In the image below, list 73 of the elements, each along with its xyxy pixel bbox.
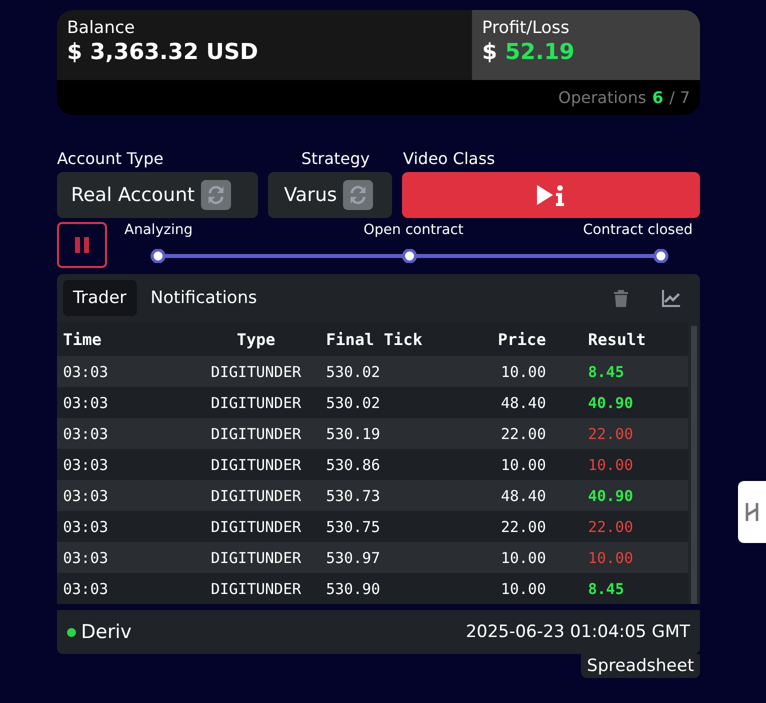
- table-cell-text: 48.40: [500, 394, 547, 412]
- table-cell-text: 22.00: [500, 424, 547, 442]
- result-cell-text: 22.00: [588, 518, 634, 536]
- table-cell-text: 03:03: [63, 580, 110, 598]
- table-cell-text: 530.73: [326, 486, 382, 504]
- table-cell-text: 03:03: [63, 424, 110, 442]
- table-cell-text: 03:03: [63, 362, 110, 380]
- column-header: Time: [63, 330, 103, 348]
- table-cell-text: DIGITUNDER: [210, 518, 302, 536]
- balance-value: $ 3,363.32 USD: [67, 40, 260, 65]
- table-cell-text: DIGITUNDER: [210, 424, 302, 442]
- result-cell-text: 10.00: [588, 548, 634, 566]
- progress-step-label: Analyzing: [124, 222, 193, 238]
- table-cell-text: 03:03: [63, 548, 110, 566]
- pause-button[interactable]: [57, 222, 107, 268]
- column-header: Type: [236, 330, 276, 348]
- table-cell-text: 530.75: [326, 518, 382, 536]
- table-cell-text: DIGITUNDER: [210, 456, 302, 474]
- table-cell-text: 530.02: [326, 362, 382, 380]
- profit-label: Profit/Loss: [482, 18, 570, 38]
- table-cell-text: DIGITUNDER: [210, 362, 302, 380]
- spreadsheet-tab[interactable]: Spreadsheet: [580, 654, 700, 678]
- pause-icon: [73, 236, 91, 254]
- table-cell-text: 530.19: [326, 424, 382, 442]
- account-type-label: Account Type: [57, 149, 164, 168]
- table-cell-text: DIGITUNDER: [210, 486, 302, 504]
- tab[interactable]: Trader: [63, 280, 137, 316]
- result-cell-text: 40.90: [588, 394, 634, 412]
- broker-name: Deriv: [81, 621, 132, 643]
- play-info-icon: [535, 183, 567, 207]
- operations-count: 6: [652, 88, 664, 107]
- table-cell-text: 48.40: [500, 486, 547, 504]
- result-cell-text: 40.90: [588, 486, 634, 504]
- column-header: Result: [588, 330, 647, 348]
- table-cell-text: 10.00: [500, 548, 547, 566]
- timestamp: 2025-06-23 01:04:05 GMT: [466, 622, 690, 642]
- video-class-label: Video Class: [403, 149, 496, 168]
- result-cell-text: 8.45: [588, 362, 626, 380]
- scrollbar[interactable]: [691, 326, 697, 604]
- table-cell-text: 10.00: [500, 456, 547, 474]
- table-cell-text: 530.90: [326, 580, 382, 598]
- table-cell-text: 03:03: [63, 394, 110, 412]
- tab[interactable]: Notifications: [140, 280, 267, 316]
- progress-step-label: Open contract: [364, 222, 464, 238]
- result-cell-text: 10.00: [588, 456, 634, 474]
- operations-label: Operations: [558, 88, 646, 107]
- table-cell-text: 22.00: [500, 518, 547, 536]
- table-cell-text: 530.02: [326, 394, 382, 412]
- column-header: Final Tick: [326, 330, 424, 348]
- account-type-select[interactable]: Real Account: [57, 172, 258, 218]
- table-cell-text: 03:03: [63, 456, 110, 474]
- column-header: Price: [496, 330, 547, 348]
- table-cell-text: DIGITUNDER: [210, 548, 302, 566]
- table-cell-text: 530.97: [326, 548, 382, 566]
- table-cell-text: 10.00: [500, 580, 547, 598]
- result-cell-text: 22.00: [588, 424, 634, 442]
- side-handle[interactable]: [738, 481, 766, 543]
- refresh-icon[interactable]: [342, 180, 373, 210]
- table-cell-text: DIGITUNDER: [210, 394, 302, 412]
- table-cell-text: DIGITUNDER: [210, 580, 302, 598]
- result-cell-text: 8.45: [588, 580, 626, 598]
- operations-total: / 7: [669, 88, 690, 107]
- table-cell-text: 03:03: [63, 518, 110, 536]
- progress-step-label: Contract closed: [582, 222, 693, 238]
- table-cell-text: 10.00: [500, 362, 547, 380]
- table-cell-text: 03:03: [63, 486, 110, 504]
- table-cell-text: 530.86: [326, 456, 382, 474]
- profit-value: $ 52.19: [482, 40, 576, 65]
- strategy-label: Strategy: [300, 149, 371, 168]
- chart-icon[interactable]: [660, 287, 682, 309]
- refresh-icon[interactable]: [200, 180, 231, 210]
- strategy-select[interactable]: Varus: [268, 172, 392, 218]
- balance-label: Balance: [67, 18, 136, 38]
